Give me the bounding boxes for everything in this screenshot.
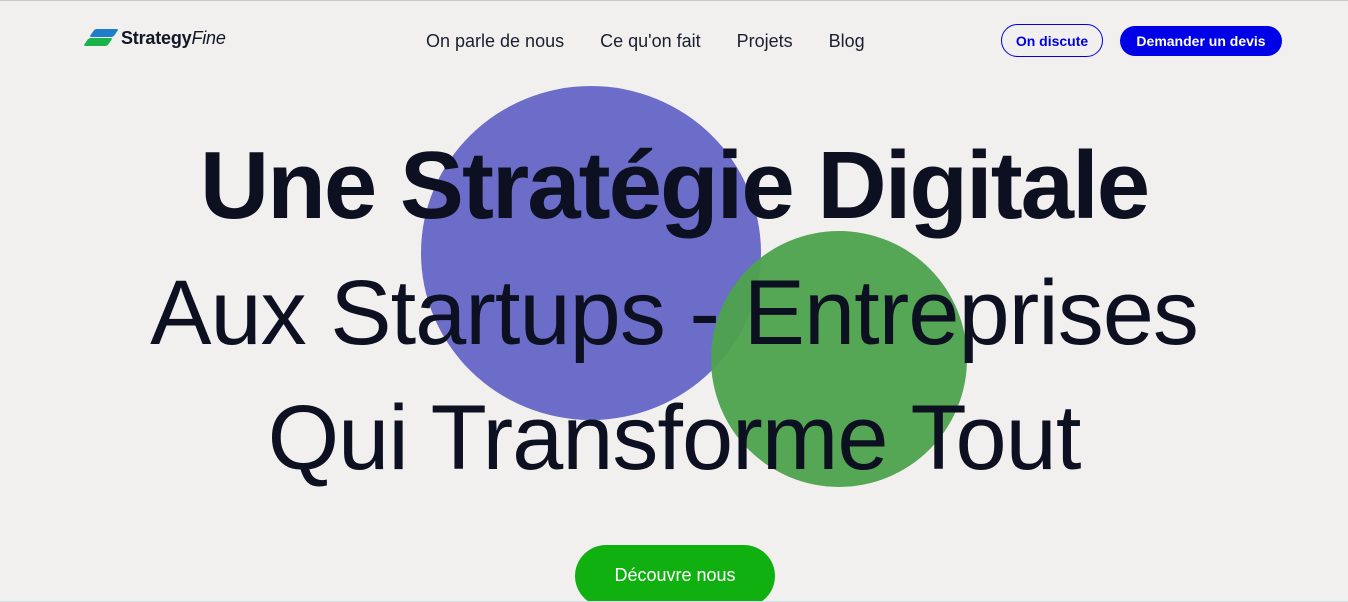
brand-logo[interactable]: StrategyFine — [83, 27, 226, 49]
landing-page: StrategyFine On parle de nous Ce qu'on f… — [0, 0, 1348, 602]
nav-link-ce-quon-fait[interactable]: Ce qu'on fait — [600, 31, 701, 52]
brand-name: StrategyFine — [121, 28, 226, 49]
strategyfine-logo-icon — [83, 27, 119, 49]
on-discute-button[interactable]: On discute — [1001, 24, 1103, 57]
hero-headline-line-2: Aux Startups - Entreprises — [150, 262, 1199, 364]
nav-link-on-parle-de-nous[interactable]: On parle de nous — [426, 31, 564, 52]
nav-link-blog[interactable]: Blog — [829, 31, 865, 52]
brand-name-italic: Fine — [191, 27, 226, 48]
logo-green-bar — [83, 38, 113, 46]
brand-name-bold: Strategy — [121, 27, 192, 48]
hero-headline-line-1: Une Stratégie Digitale — [199, 132, 1150, 239]
demander-un-devis-button[interactable]: Demander un devis — [1120, 26, 1282, 56]
main-nav: On parle de nous Ce qu'on fait Projets B… — [426, 31, 901, 52]
logo-blue-bar — [89, 29, 119, 37]
hero-headline-line-3: Qui Transforme Tout — [267, 387, 1082, 489]
decouvre-nous-button[interactable]: Découvre nous — [575, 545, 775, 602]
nav-link-projets[interactable]: Projets — [737, 31, 793, 52]
